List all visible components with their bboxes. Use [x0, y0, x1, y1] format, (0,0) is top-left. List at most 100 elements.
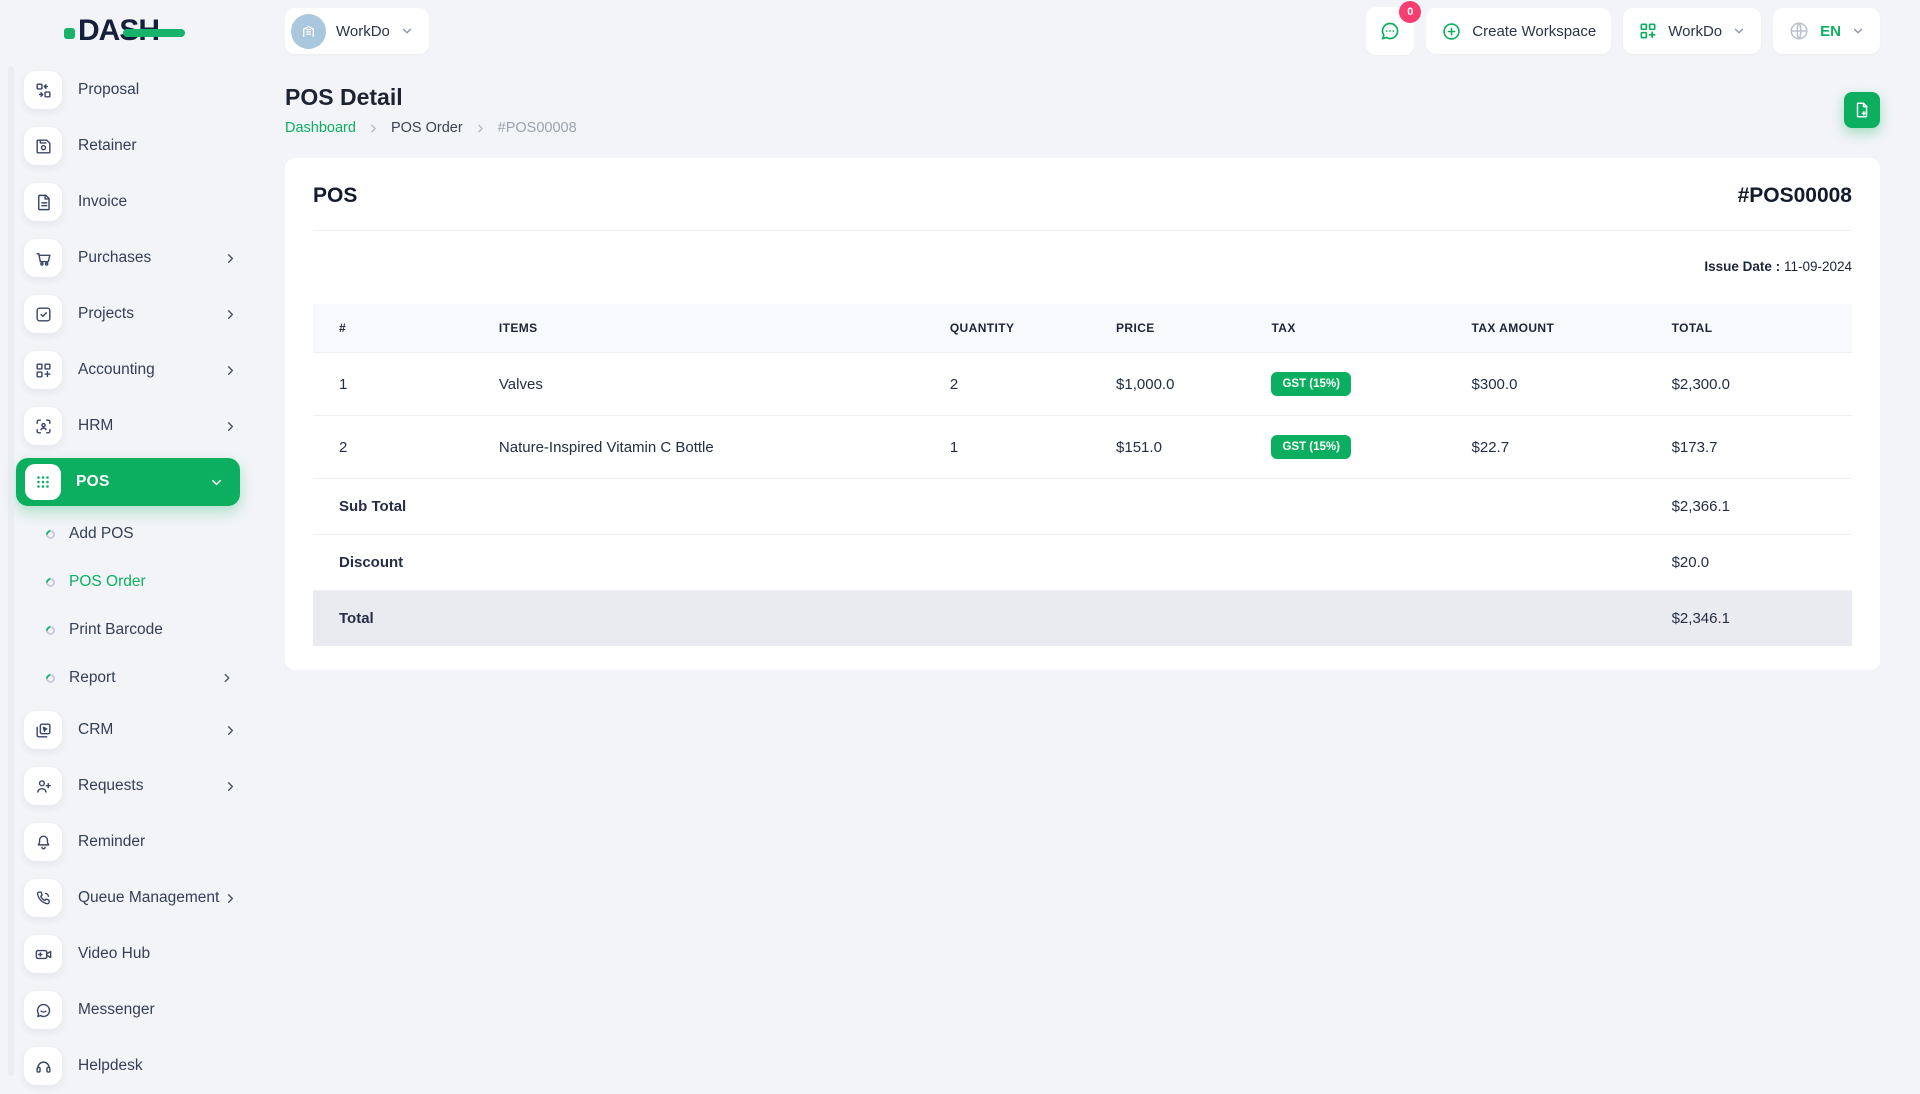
- table-header-row: # ITEMS QUANTITY PRICE TAX TAX AMOUNT TO…: [313, 304, 1852, 353]
- chevron-right-icon: [223, 251, 238, 266]
- total-row: Total $2,346.1: [313, 591, 1852, 647]
- sidebar-item-label: Requests: [78, 777, 223, 795]
- sidebar-nav: Proposal Retainer Invoice Purchases: [0, 62, 260, 1080]
- sidebar-item-proposal[interactable]: Proposal: [0, 62, 260, 118]
- discount-value: $20.0: [1660, 535, 1852, 591]
- subtotal-value: $2,366.1: [1660, 479, 1852, 535]
- sidebar-item-projects[interactable]: Projects: [0, 286, 260, 342]
- pos-detail-card: POS #POS00008 Issue Date : 11-09-2024 # …: [285, 158, 1880, 670]
- column-header-tax-amount: TAX AMOUNT: [1460, 304, 1660, 353]
- cell-item: Valves: [487, 353, 938, 416]
- column-header-items: ITEMS: [487, 304, 938, 353]
- column-header-index: #: [313, 304, 487, 353]
- accounting-grid-icon: [24, 351, 62, 389]
- page-title: POS Detail: [285, 84, 577, 111]
- sidebar-scrollbar[interactable]: [8, 66, 14, 1076]
- subtotal-label: Sub Total: [313, 479, 1660, 535]
- submenu-bullet-icon: [44, 576, 57, 589]
- sidebar-subitem-label: Add POS: [69, 525, 234, 543]
- chevron-down-icon: [1732, 24, 1746, 38]
- sidebar-subitem-label: POS Order: [69, 573, 234, 591]
- submenu-bullet-icon: [44, 624, 57, 637]
- chevron-right-icon: [223, 723, 238, 738]
- breadcrumb-dashboard-link[interactable]: Dashboard: [285, 120, 356, 136]
- logo-dash-icon: [123, 29, 185, 37]
- workspace-switcher[interactable]: WorkDo: [285, 8, 429, 54]
- discount-label: Discount: [313, 535, 1660, 591]
- sidebar-item-video-hub[interactable]: Video Hub: [0, 926, 260, 982]
- chevron-down-icon: [1851, 24, 1865, 38]
- sidebar-item-helpdesk[interactable]: Helpdesk: [0, 1038, 260, 1094]
- total-value: $2,346.1: [1660, 591, 1852, 647]
- sidebar-item-requests[interactable]: Requests: [0, 758, 260, 814]
- sidebar-item-purchases[interactable]: Purchases: [0, 230, 260, 286]
- chevron-down-icon: [400, 24, 414, 38]
- cell-item: Nature-Inspired Vitamin C Bottle: [487, 416, 938, 479]
- chat-bubble-icon: [1378, 19, 1402, 43]
- workspace-menu-button[interactable]: WorkDo: [1623, 8, 1761, 54]
- sidebar-item-hrm[interactable]: HRM: [0, 398, 260, 454]
- sidebar-subitem-pos-order-active[interactable]: POS Order: [0, 558, 260, 606]
- sidebar-item-messenger[interactable]: Messenger: [0, 982, 260, 1038]
- language-selector[interactable]: EN: [1773, 8, 1880, 54]
- sidebar-item-reminder[interactable]: Reminder: [0, 814, 260, 870]
- chevron-right-icon: [223, 307, 238, 322]
- cell-tax-amount: $300.0: [1460, 353, 1660, 416]
- breadcrumb-separator-icon: [367, 122, 380, 135]
- invoice-document-icon: [24, 183, 62, 221]
- purchases-cart-icon: [24, 239, 62, 277]
- tax-badge: GST (15%): [1271, 372, 1351, 396]
- subtotal-row: Sub Total $2,366.1: [313, 479, 1852, 535]
- sidebar-item-queue-management[interactable]: Queue Management: [0, 870, 260, 926]
- sidebar-subitem-print-barcode[interactable]: Print Barcode: [0, 606, 260, 654]
- sidebar-item-label: POS: [76, 473, 209, 491]
- sidebar-item-pos-active[interactable]: POS: [16, 458, 240, 506]
- sidebar-subitem-label: Print Barcode: [69, 621, 234, 639]
- pos-number: #POS00008: [1738, 184, 1852, 208]
- building-icon: [299, 22, 318, 41]
- sidebar-item-accounting[interactable]: Accounting: [0, 342, 260, 398]
- table-row: 1 Valves 2 $1,000.0 GST (15%) $300.0 $2,…: [313, 353, 1852, 416]
- video-camera-icon: [24, 935, 62, 973]
- sidebar-item-label: Proposal: [78, 81, 238, 99]
- sidebar-item-label: Messenger: [78, 1001, 238, 1019]
- sidebar-subitem-report[interactable]: Report: [0, 654, 260, 702]
- sidebar-item-label: Reminder: [78, 833, 238, 851]
- retainer-save-icon: [24, 127, 62, 165]
- tax-badge: GST (15%): [1271, 435, 1351, 459]
- pos-dots-grid-icon: [25, 464, 61, 500]
- grid-plus-icon: [1638, 21, 1658, 41]
- submenu-bullet-icon: [44, 672, 57, 685]
- crm-windows-icon: [24, 711, 62, 749]
- issue-date: Issue Date : 11-09-2024: [313, 259, 1852, 274]
- messages-badge: 0: [1399, 1, 1421, 23]
- cell-total: $2,300.0: [1660, 353, 1852, 416]
- language-code: EN: [1820, 23, 1841, 40]
- issue-date-label: Issue Date :: [1704, 259, 1780, 274]
- sidebar-subitem-add-pos[interactable]: Add POS: [0, 510, 260, 558]
- cell-index: 2: [313, 416, 487, 479]
- sidebar-item-label: Accounting: [78, 361, 223, 379]
- chevron-right-icon: [223, 363, 238, 378]
- sidebar-item-label: Invoice: [78, 193, 238, 211]
- column-header-quantity: QUANTITY: [938, 304, 1104, 353]
- chevron-right-icon: [220, 671, 234, 685]
- globe-icon: [1788, 20, 1810, 42]
- proposal-swap-icon: [24, 71, 62, 109]
- pos-card-title: POS: [313, 184, 357, 208]
- sidebar-item-label: CRM: [78, 721, 223, 739]
- workspace-avatar: [291, 14, 326, 49]
- workspace-menu-label: WorkDo: [1668, 23, 1722, 40]
- create-document-button[interactable]: [1844, 92, 1880, 128]
- messages-button[interactable]: 0: [1366, 7, 1414, 55]
- sidebar-item-crm[interactable]: CRM: [0, 702, 260, 758]
- sidebar-item-label: HRM: [78, 417, 223, 435]
- brand-logo[interactable]: DASH: [0, 14, 260, 48]
- sidebar-item-invoice[interactable]: Invoice: [0, 174, 260, 230]
- cell-price: $1,000.0: [1104, 353, 1259, 416]
- sidebar-item-retainer[interactable]: Retainer: [0, 118, 260, 174]
- cell-tax-amount: $22.7: [1460, 416, 1660, 479]
- create-workspace-button[interactable]: Create Workspace: [1426, 8, 1611, 54]
- breadcrumb-pos-order: POS Order: [391, 120, 463, 136]
- sidebar-subitem-label: Report: [69, 669, 220, 687]
